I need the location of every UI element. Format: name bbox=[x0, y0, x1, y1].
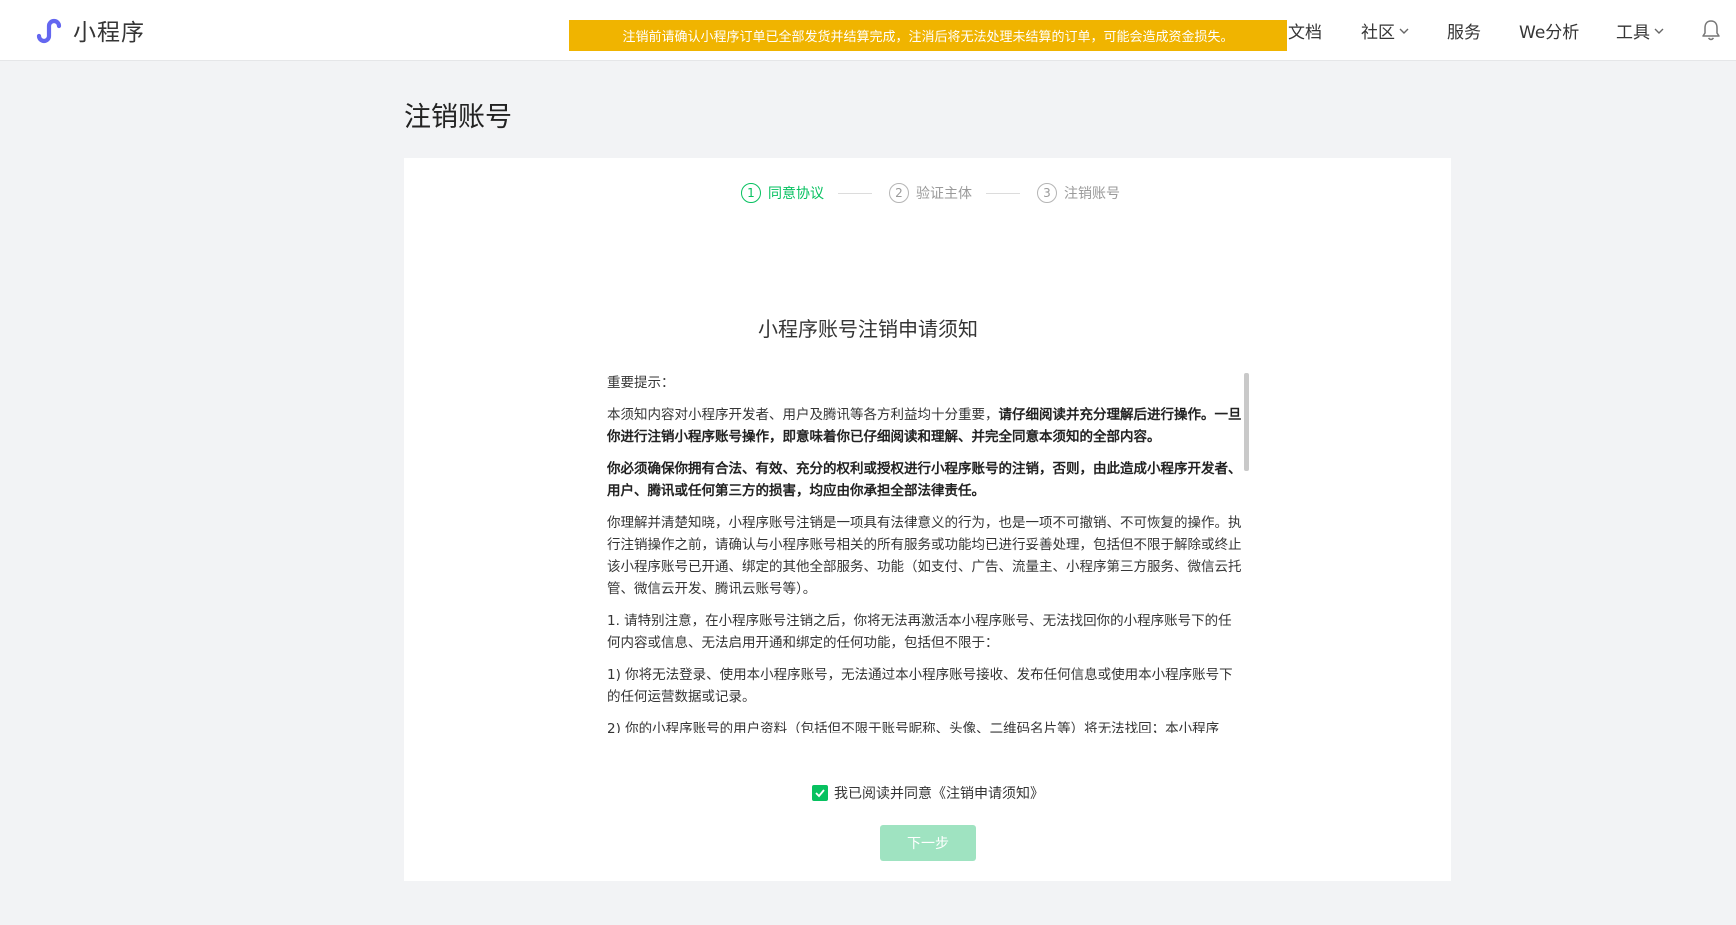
notice-paragraph: 2) 你的小程序账号的用户资料（包括但不限于账号昵称、头像、二维码名片等）将无法… bbox=[607, 721, 1220, 733]
checkmark-icon bbox=[815, 789, 825, 798]
notice-paragraph: 本须知内容对小程序开发者、用户及腾讯等各方利益均十分重要，请仔细阅读并充分理解后… bbox=[607, 404, 1243, 448]
notice-paragraph: 你必须确保你拥有合法、有效、充分的权利或授权进行小程序账号的注销，否则，由此造成… bbox=[607, 458, 1243, 502]
nav-tools-label: 工具 bbox=[1616, 23, 1650, 43]
step-indicator: 1 同意协议 2 验证主体 3 注销账号 bbox=[0, 183, 1736, 205]
step-label: 验证主体 bbox=[916, 186, 972, 202]
app-name: 小程序 bbox=[73, 20, 145, 46]
step-connector bbox=[986, 193, 1020, 194]
step-number: 2 bbox=[889, 183, 909, 203]
step-number: 3 bbox=[1037, 183, 1057, 203]
step-label: 同意协议 bbox=[768, 186, 824, 202]
page-title: 注销账号 bbox=[404, 102, 512, 133]
nav-docs[interactable]: 文档 bbox=[1288, 18, 1322, 43]
nav-services[interactable]: 服务 bbox=[1447, 18, 1481, 43]
notice-title: 小程序账号注销申请须知 bbox=[758, 317, 978, 341]
agree-label: 我已阅读并同意《注销申请须知》 bbox=[834, 786, 1044, 802]
nav-services-label: 服务 bbox=[1447, 23, 1481, 43]
next-step-button[interactable]: 下一步 bbox=[880, 825, 976, 861]
nav-we-analytics[interactable]: We分析 bbox=[1519, 18, 1579, 43]
nav-we-analytics-label: We分析 bbox=[1519, 23, 1580, 43]
notice-paragraph: 你理解并清楚知晓，小程序账号注销是一项具有法律意义的行为，也是一项不可撤销、不可… bbox=[607, 515, 1242, 597]
notice-bold-text: 你必须确保你拥有合法、有效、充分的权利或授权进行小程序账号的注销，否则，由此造成… bbox=[607, 461, 1242, 499]
nav-community[interactable]: 社区 bbox=[1361, 18, 1410, 43]
notice-text: 本须知内容对小程序开发者、用户及腾讯等各方利益均十分重要， bbox=[607, 407, 999, 423]
warning-banner-text: 注销前请确认小程序订单已全部发货并结算完成，注消后将无法处理未结算的订单，可能会… bbox=[622, 30, 1234, 45]
nav-tools[interactable]: 工具 bbox=[1616, 18, 1665, 43]
chevron-down-icon bbox=[1654, 28, 1664, 34]
nav-docs-label: 文档 bbox=[1288, 23, 1322, 43]
nav-community-label: 社区 bbox=[1361, 23, 1395, 43]
step-label: 注销账号 bbox=[1064, 186, 1120, 202]
step-number: 1 bbox=[741, 183, 761, 203]
step-verify: 2 验证主体 bbox=[889, 183, 972, 203]
bell-icon[interactable] bbox=[1700, 18, 1722, 42]
chevron-down-icon bbox=[1399, 28, 1409, 34]
notice-paragraph: 1. 请特别注意，在小程序账号注销之后，你将无法再激活本小程序账号、无法找回你的… bbox=[607, 613, 1232, 651]
notice-paragraph: 1) 你将无法登录、使用本小程序账号，无法通过本小程序账号接收、发布任何信息或使… bbox=[607, 667, 1233, 705]
logo[interactable]: 小程序 bbox=[33, 14, 145, 46]
agree-checkbox-row[interactable]: 我已阅读并同意《注销申请须知》 bbox=[812, 783, 1044, 803]
step-cancel: 3 注销账号 bbox=[1037, 183, 1120, 203]
step-connector bbox=[838, 193, 872, 194]
agree-checkbox[interactable] bbox=[812, 785, 828, 801]
warning-banner: 注销前请确认小程序订单已全部发货并结算完成，注消后将无法处理未结算的订单，可能会… bbox=[569, 20, 1287, 51]
notice-scrollbar[interactable] bbox=[1244, 373, 1249, 471]
step-agree: 1 同意协议 bbox=[741, 183, 824, 203]
miniprogram-logo-icon bbox=[36, 18, 62, 44]
notice-scroll-area[interactable]: 重要提示： 本须知内容对小程序开发者、用户及腾讯等各方利益均十分重要，请仔细阅读… bbox=[607, 372, 1243, 733]
notice-paragraph: 重要提示： bbox=[607, 375, 675, 391]
